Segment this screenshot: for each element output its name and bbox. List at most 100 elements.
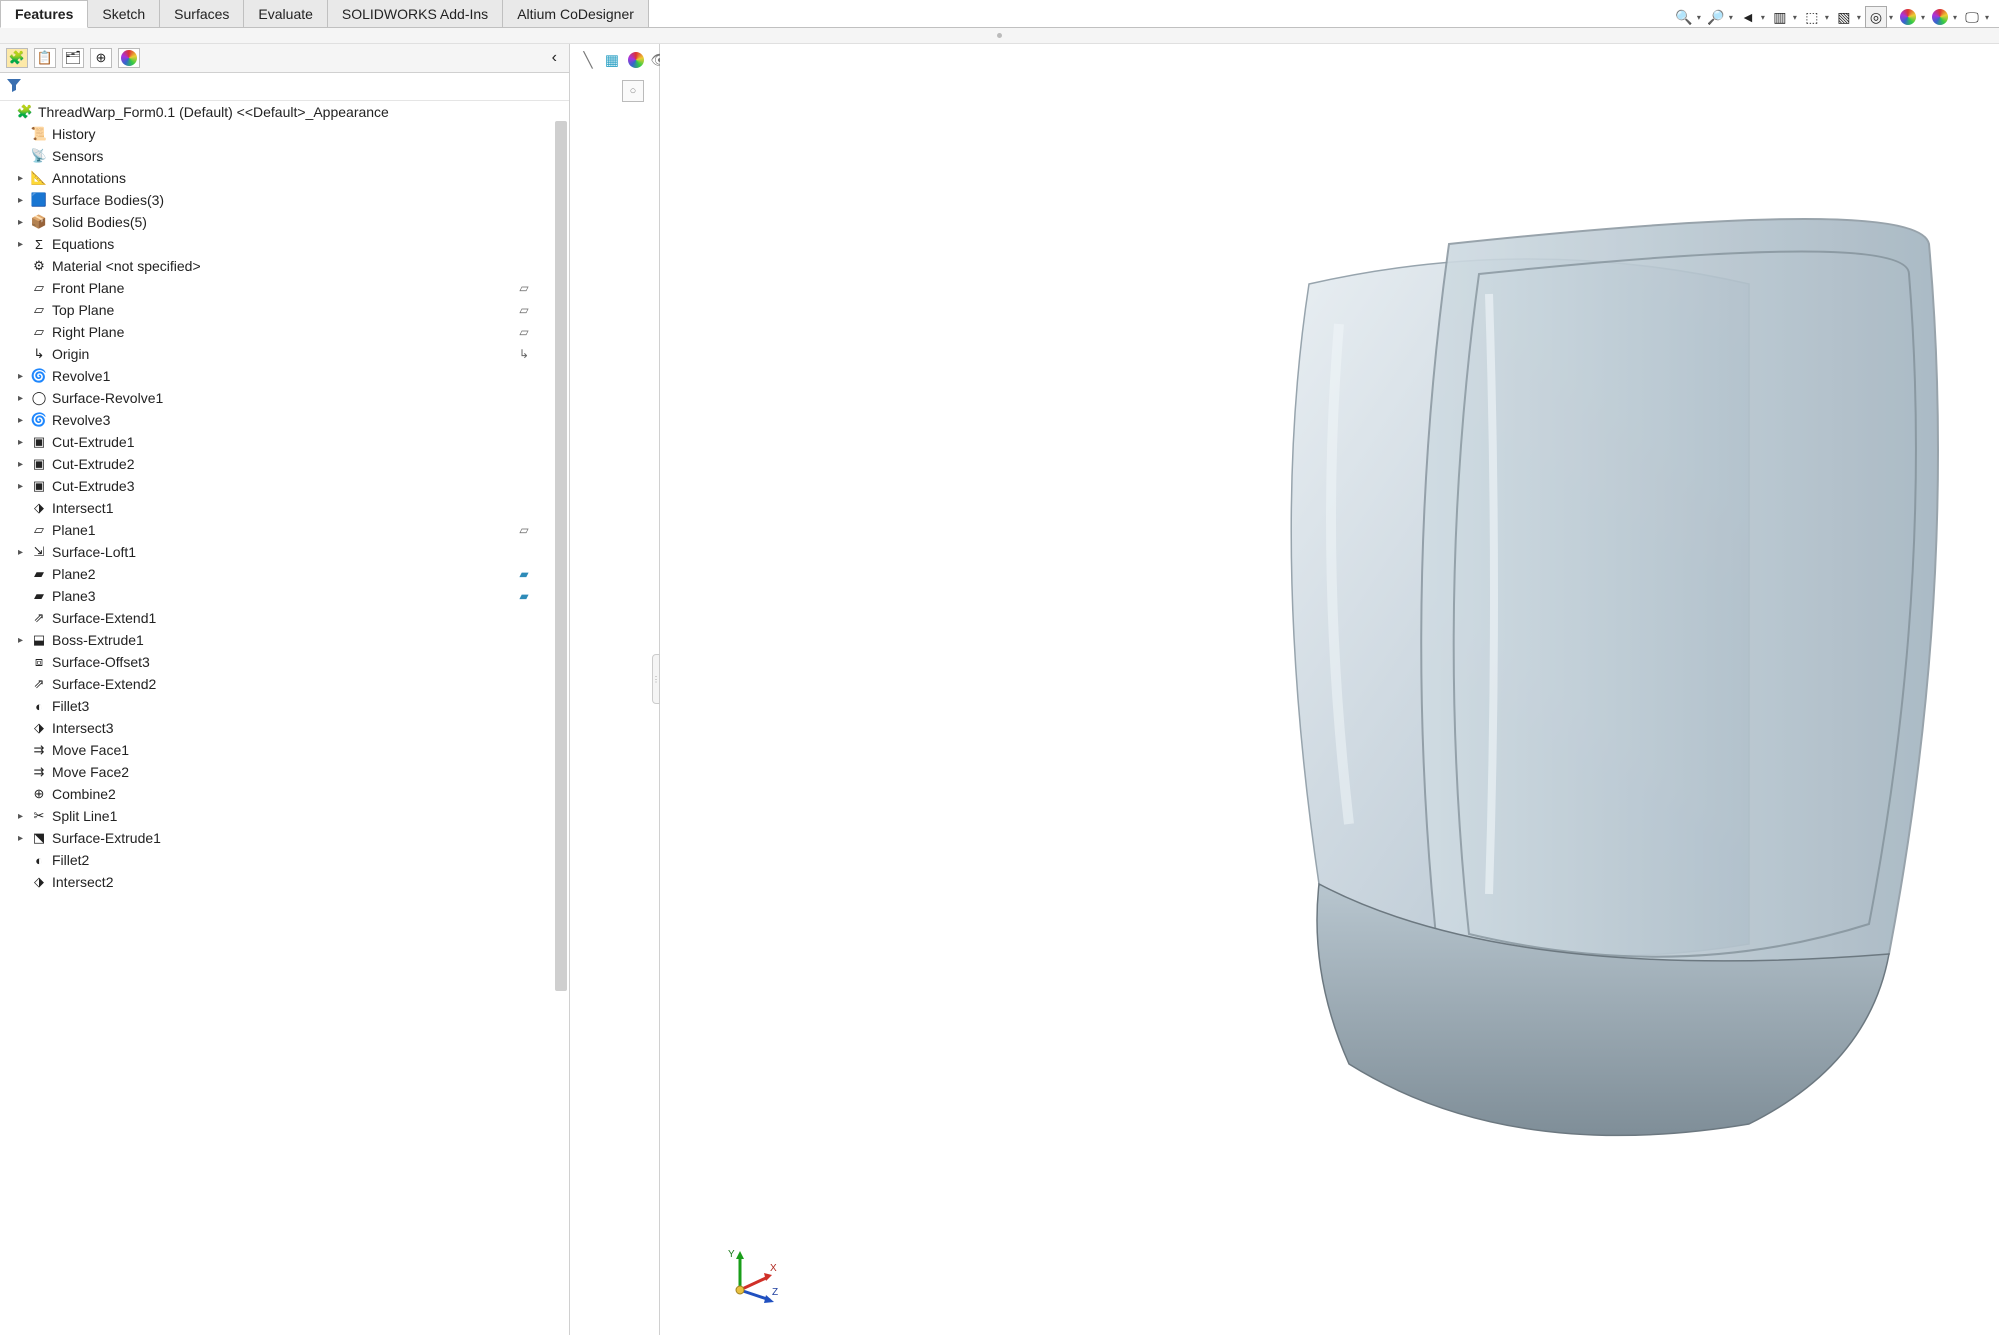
tree-node[interactable]: ▸▣Cut-Extrude2 bbox=[0, 453, 551, 475]
feature-tree[interactable]: ▸ 🧩 ThreadWarp_Form0.1 (Default) <<Defau… bbox=[0, 101, 569, 1335]
tree-node[interactable]: ▸📜History bbox=[0, 123, 551, 145]
diagonal-icon[interactable]: ╲ bbox=[578, 50, 598, 70]
zoom-to-fit-icon-dropdown[interactable]: ▾ bbox=[1697, 13, 1701, 22]
section-view-icon[interactable]: ▥ bbox=[1769, 6, 1791, 28]
tree-node[interactable]: ▸⬗Intersect1 bbox=[0, 497, 551, 519]
tree-node[interactable]: ▸▰Plane3 bbox=[0, 585, 551, 607]
tab-altium-codesigner[interactable]: Altium CoDesigner bbox=[503, 0, 649, 27]
tree-node[interactable]: ▸↳Origin bbox=[0, 343, 551, 365]
tree-node[interactable]: ▸⊕Combine2 bbox=[0, 783, 551, 805]
tree-node[interactable]: ▸📦Solid Bodies(5) bbox=[0, 211, 551, 233]
tree-node[interactable]: ▸⬗Intersect3 bbox=[0, 717, 551, 739]
tree-node[interactable]: ▸✂Split Line1 bbox=[0, 805, 551, 827]
tree-node[interactable]: ▸▣Cut-Extrude1 bbox=[0, 431, 551, 453]
tree-node[interactable]: ▸⚙Material <not specified> bbox=[0, 255, 551, 277]
appearance-icon-dropdown[interactable]: ▾ bbox=[1921, 13, 1925, 22]
tree-node[interactable]: ▸🌀Revolve3 bbox=[0, 409, 551, 431]
view-orientation-icon[interactable]: ⬚ bbox=[1801, 6, 1823, 28]
scene-icon[interactable] bbox=[1929, 6, 1951, 28]
appearance-flyout-icon[interactable] bbox=[626, 50, 646, 70]
scene-icon-dropdown[interactable]: ▾ bbox=[1953, 13, 1957, 22]
tree-node[interactable]: ▸◐Fillet2 bbox=[0, 849, 551, 871]
view-orientation-icon-dropdown[interactable]: ▾ bbox=[1825, 13, 1829, 22]
tab-features[interactable]: Features bbox=[0, 0, 88, 28]
toolbar-grip[interactable] bbox=[0, 28, 1999, 44]
tree-node[interactable]: ▸⇉Move Face1 bbox=[0, 739, 551, 761]
view-settings-icon[interactable]: 🖵 bbox=[1961, 6, 1983, 28]
zoom-window-icon-dropdown[interactable]: ▾ bbox=[1729, 13, 1733, 22]
tree-node[interactable]: ▸▱Top Plane bbox=[0, 299, 551, 321]
feature-icon: 📦 bbox=[30, 214, 48, 230]
prev-view-icon-dropdown[interactable]: ▾ bbox=[1761, 13, 1765, 22]
tree-node[interactable]: ▸⇉Move Face2 bbox=[0, 761, 551, 783]
tree-node[interactable]: ▸⬗Intersect2 bbox=[0, 871, 551, 893]
tree-node[interactable]: ▸🌀Revolve1 bbox=[0, 365, 551, 387]
tree-node-label: Surface-Loft1 bbox=[52, 544, 136, 560]
orientation-triad[interactable]: Y X Z bbox=[720, 1245, 780, 1305]
expand-arrow-icon[interactable]: ▸ bbox=[18, 371, 30, 382]
graphics-viewport[interactable]: Y X Z bbox=[660, 44, 1999, 1335]
tree-node[interactable]: ▸▱Plane1 bbox=[0, 519, 551, 541]
zoom-to-fit-icon[interactable]: 🔍 bbox=[1673, 6, 1695, 28]
tree-node[interactable]: ▸⬔Surface-Extrude1 bbox=[0, 827, 551, 849]
display-style-icon-dropdown[interactable]: ▾ bbox=[1857, 13, 1861, 22]
item-visibility-icon[interactable]: ◎ bbox=[1865, 6, 1887, 28]
tree-root-node[interactable]: ▸ 🧩 ThreadWarp_Form0.1 (Default) <<Defau… bbox=[0, 101, 551, 123]
expand-arrow-icon[interactable]: ▸ bbox=[18, 547, 30, 558]
tree-node[interactable]: ▸◯Surface-Revolve1 bbox=[0, 387, 551, 409]
tree-node[interactable]: ▸▱Front Plane bbox=[0, 277, 551, 299]
tree-node[interactable]: ▸▣Cut-Extrude3 bbox=[0, 475, 551, 497]
tree-node[interactable]: ▸⇗Surface-Extend1 bbox=[0, 607, 551, 629]
panel-resize-handle[interactable]: ⋮ bbox=[652, 654, 660, 704]
expand-arrow-icon[interactable]: ▸ bbox=[18, 393, 30, 404]
tab-surfaces[interactable]: Surfaces bbox=[160, 0, 244, 27]
tree-node[interactable]: ▸⇗Surface-Extend2 bbox=[0, 673, 551, 695]
tree-node[interactable]: ▸▱Right Plane bbox=[0, 321, 551, 343]
feature-manager-tab-icon[interactable]: 🧩 bbox=[6, 48, 28, 68]
tab-sketch[interactable]: Sketch bbox=[88, 0, 160, 27]
expand-arrow-icon[interactable]: ▸ bbox=[18, 173, 30, 184]
feature-icon: ▣ bbox=[30, 456, 48, 472]
display-style-icon[interactable]: ▧ bbox=[1833, 6, 1855, 28]
view-settings-icon-dropdown[interactable]: ▾ bbox=[1985, 13, 1989, 22]
cube-flyout-icon[interactable]: ▦ bbox=[602, 50, 622, 70]
property-manager-tab-icon[interactable]: 📋 bbox=[34, 48, 56, 68]
expand-arrow-icon[interactable]: ▸ bbox=[18, 481, 30, 492]
configuration-manager-tab-icon[interactable]: 🗂 bbox=[62, 48, 84, 68]
tab-solidworks-add-ins[interactable]: SOLIDWORKS Add-Ins bbox=[328, 0, 503, 27]
tree-node[interactable]: ▸▰Plane2 bbox=[0, 563, 551, 585]
prev-view-icon[interactable]: ◄ bbox=[1737, 6, 1759, 28]
expand-arrow-icon[interactable]: ▸ bbox=[18, 811, 30, 822]
expand-arrow-icon[interactable]: ▸ bbox=[18, 437, 30, 448]
tree-node[interactable]: ▸🟦Surface Bodies(3) bbox=[0, 189, 551, 211]
tree-node[interactable]: ▸📡Sensors bbox=[0, 145, 551, 167]
collapse-panel-icon[interactable]: ‹ bbox=[546, 49, 563, 67]
tree-node[interactable]: ▸⧈Surface-Offset3 bbox=[0, 651, 551, 673]
expand-arrow-icon[interactable]: ▸ bbox=[18, 239, 30, 250]
appearance-icon[interactable] bbox=[1897, 6, 1919, 28]
tree-node[interactable]: ▸ΣEquations bbox=[0, 233, 551, 255]
expand-arrow-icon[interactable]: ▸ bbox=[18, 635, 30, 646]
expand-arrow-icon[interactable]: ▸ bbox=[18, 195, 30, 206]
tree-node[interactable]: ▸⇲Surface-Loft1 bbox=[0, 541, 551, 563]
tree-node[interactable]: ▸📐Annotations bbox=[0, 167, 551, 189]
feature-icon: ↳ bbox=[30, 346, 48, 362]
tree-node-label: Revolve1 bbox=[52, 368, 110, 384]
feature-icon: 🌀 bbox=[30, 368, 48, 384]
display-manager-tab-icon[interactable] bbox=[118, 48, 140, 68]
tree-node[interactable]: ▸⬓Boss-Extrude1 bbox=[0, 629, 551, 651]
dimxpert-tab-icon[interactable]: ⊕ bbox=[90, 48, 112, 68]
expand-arrow-icon[interactable]: ▸ bbox=[18, 415, 30, 426]
item-visibility-icon-dropdown[interactable]: ▾ bbox=[1889, 13, 1893, 22]
filter-funnel-icon[interactable] bbox=[6, 77, 24, 95]
expand-arrow-icon[interactable]: ▸ bbox=[18, 459, 30, 470]
zoom-window-icon[interactable]: 🔎 bbox=[1705, 6, 1727, 28]
tree-node[interactable]: ▸◐Fillet3 bbox=[0, 695, 551, 717]
section-view-icon-dropdown[interactable]: ▾ bbox=[1793, 13, 1797, 22]
tree-scrollbar-thumb[interactable] bbox=[555, 121, 567, 991]
flyout-checkbox[interactable]: ○ bbox=[622, 80, 644, 102]
expand-arrow-icon[interactable]: ▸ bbox=[18, 217, 30, 228]
tab-evaluate[interactable]: Evaluate bbox=[244, 0, 327, 27]
feature-icon: 📐 bbox=[30, 170, 48, 186]
expand-arrow-icon[interactable]: ▸ bbox=[18, 833, 30, 844]
